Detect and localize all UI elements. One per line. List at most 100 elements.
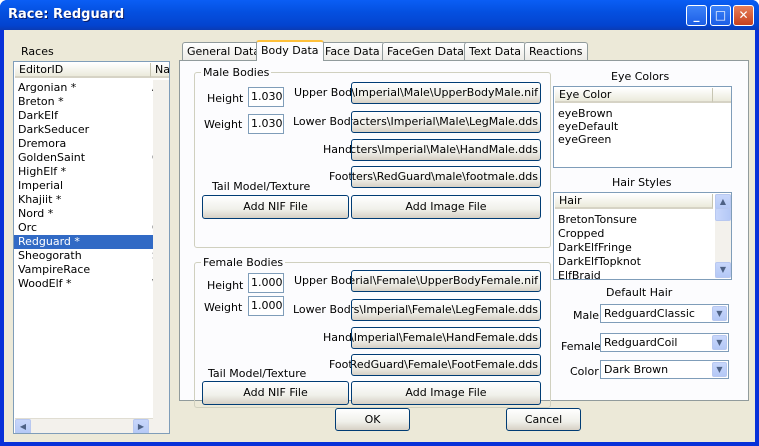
female-foot-path: Characters\RedGuard\Female\FootFemale.dd… — [351, 358, 538, 371]
maximize-button[interactable]: □ — [710, 5, 731, 26]
female-hand-label: Hand — [323, 331, 352, 344]
body-data-panel: Male Bodies Height 1.030 Weight 1.030 Up… — [179, 60, 749, 408]
title-bar[interactable]: Race: Redguard _ □ ✕ — [0, 0, 759, 30]
race-editorid: GoldenSaint — [18, 151, 86, 164]
list-item[interactable]: DarkElfTopknot — [558, 255, 641, 268]
scroll-thumb[interactable] — [715, 208, 731, 221]
female-bodies-group: Female Bodies Height 1.000 Weight 1.000 … — [194, 256, 551, 408]
column-header-name[interactable]: Na — [151, 63, 169, 78]
race-editorid: Breton * — [18, 95, 64, 108]
race-editorid: Dremora — [18, 137, 67, 150]
default-hair-female-select[interactable]: RedguardCoil ▼ — [600, 333, 729, 352]
list-item[interactable]: DarkElfDa — [14, 109, 154, 123]
default-hair-color-select[interactable]: Dark Brown ▼ — [600, 360, 729, 379]
female-lower-body-label: Lower Body — [293, 303, 358, 316]
eye-colors-title: Eye Colors — [611, 70, 670, 83]
male-height-field[interactable]: 1.030 — [248, 87, 284, 107]
tab-face-data[interactable]: Face Data — [320, 42, 385, 60]
chevron-down-icon[interactable]: ▼ — [712, 335, 727, 350]
tab-text-data[interactable]: Text Data — [464, 42, 527, 60]
list-item[interactable]: eyeGreen — [558, 133, 611, 146]
male-add-nif-button[interactable]: Add NIF File — [202, 195, 349, 219]
list-item[interactable]: ImperialImp — [14, 179, 154, 193]
female-foot-path-button[interactable]: Characters\RedGuard\Female\FootFemale.dd… — [351, 354, 541, 376]
female-hand-path-button[interactable]: Characters\Imperial\Female\HandFemale.dd… — [351, 327, 541, 349]
default-hair-male-select[interactable]: RedguardClassic ▼ — [600, 304, 729, 323]
female-add-nif-button[interactable]: Add NIF File — [202, 381, 349, 405]
list-item[interactable]: OrcOrc — [14, 221, 154, 235]
races-horizontal-scrollbar[interactable]: ◀ ▶ — [15, 418, 153, 433]
default-hair-male-value: RedguardClassic — [604, 307, 695, 320]
list-item[interactable]: HighElf *Hig — [14, 165, 154, 179]
eye-colors-list[interactable]: Eye Color eyeBrown eyeDefault eyeGreen — [553, 86, 732, 168]
hair-styles-list[interactable]: Hair BretonTonsure Cropped DarkElfFringe Da… — [553, 192, 732, 280]
male-weight-field[interactable]: 1.030 — [248, 114, 284, 134]
close-button[interactable]: ✕ — [733, 5, 754, 26]
female-hand-path: Characters\Imperial\Female\HandFemale.dd… — [351, 331, 538, 344]
list-item[interactable]: eyeDefault — [558, 120, 618, 133]
list-item[interactable]: SheogorathSh — [14, 249, 154, 263]
list-item[interactable]: VampireRace — [14, 263, 154, 277]
scroll-down-icon[interactable]: ▼ — [715, 262, 731, 278]
race-editorid: Khajiit * — [18, 193, 62, 206]
female-upper-body-path-button[interactable]: Characters\Imperial\Female\UpperBodyFema… — [351, 270, 541, 292]
list-item[interactable]: Argonian *Arg — [14, 81, 154, 95]
list-item[interactable]: eyeBrown — [558, 107, 613, 120]
tab-facegen-data[interactable]: FaceGen Data — [382, 42, 469, 60]
chevron-down-icon[interactable]: ▼ — [712, 306, 727, 321]
tab-reactions[interactable]: Reactions — [524, 42, 588, 60]
tab-general-data[interactable]: General Data — [182, 42, 266, 60]
races-list[interactable]: EditorID Na Argonian *ArgBreton *BreDark… — [13, 61, 170, 434]
male-tail-label: Tail Model/Texture — [212, 180, 311, 193]
default-hair-female-label: Female — [561, 340, 601, 353]
male-upper-body-path-button[interactable]: Characters\Imperial\Male\UpperBodyMale.n… — [351, 82, 541, 104]
race-editorid: VampireRace — [18, 263, 91, 276]
female-bodies-title: Female Bodies — [201, 256, 286, 269]
male-upper-body-path: Characters\Imperial\Male\UpperBodyMale.n… — [351, 86, 538, 99]
eye-color-header-filler — [713, 88, 731, 103]
dialog-client: Races EditorID Na Argonian *ArgBreton *B… — [4, 30, 755, 442]
default-hair-color-value: Dark Brown — [604, 363, 669, 376]
female-lower-body-path-button[interactable]: Characters\Imperial\Female\LegFemale.dds — [351, 299, 541, 321]
tab-body-data[interactable]: Body Data — [256, 40, 324, 61]
chevron-down-icon[interactable]: ▼ — [712, 362, 727, 377]
list-item[interactable]: DarkElfFringe — [558, 241, 632, 254]
female-add-image-button[interactable]: Add Image File — [351, 381, 541, 405]
scroll-left-icon[interactable]: ◀ — [15, 419, 31, 433]
ok-button[interactable]: OK — [335, 408, 410, 431]
list-item[interactable]: GoldenSaintGo — [14, 151, 154, 165]
male-lower-body-path-button[interactable]: Characters\Imperial\Male\LegMale.dds — [351, 111, 541, 133]
list-item[interactable]: DremoraDre — [14, 137, 154, 151]
list-item[interactable]: ElfBraid — [558, 269, 601, 279]
hair-column-header[interactable]: Hair — [555, 194, 713, 209]
race-editorid: Redguard * — [18, 235, 80, 248]
list-item[interactable]: Cropped — [558, 227, 604, 240]
male-foot-label: Foot — [329, 170, 353, 183]
races-vertical-scrollbar[interactable] — [153, 80, 169, 433]
male-foot-path-button[interactable]: Characters\RedGuard\male\footmale.dds — [351, 166, 541, 188]
eye-color-column-header[interactable]: Eye Color — [555, 88, 713, 103]
minimize-button[interactable]: _ — [686, 5, 707, 26]
races-label: Races — [21, 45, 54, 58]
male-bodies-title: Male Bodies — [201, 66, 272, 79]
list-item[interactable]: Nord *No — [14, 207, 154, 221]
hair-scrollbar[interactable]: ▲ ▼ — [715, 194, 731, 278]
scroll-right-icon[interactable]: ▶ — [133, 419, 149, 433]
list-item[interactable]: DarkSeducerDa — [14, 123, 154, 137]
male-hand-path: Characters\Imperial\Male\HandMale.dds — [352, 143, 538, 156]
female-weight-field[interactable]: 1.000 — [248, 296, 284, 316]
male-bodies-group: Male Bodies Height 1.030 Weight 1.030 Up… — [194, 66, 551, 248]
cancel-button[interactable]: Cancel — [506, 408, 581, 431]
list-item[interactable]: Redguard *Re — [14, 235, 154, 249]
male-hand-path-button[interactable]: Characters\Imperial\Male\HandMale.dds — [351, 139, 541, 161]
male-add-image-button[interactable]: Add Image File — [351, 195, 541, 219]
list-item[interactable]: Breton *Bre — [14, 95, 154, 109]
column-header-editorid[interactable]: EditorID — [15, 63, 151, 78]
female-height-field[interactable]: 1.000 — [248, 273, 284, 293]
list-item[interactable]: WoodElf *Wo — [14, 277, 154, 291]
female-weight-label: Weight — [204, 301, 243, 314]
race-editorid: Orc — [18, 221, 37, 234]
list-item[interactable]: BretonTonsure — [558, 213, 637, 226]
list-item[interactable]: Khajiit *Kh — [14, 193, 154, 207]
race-editorid: WoodElf * — [18, 277, 72, 290]
